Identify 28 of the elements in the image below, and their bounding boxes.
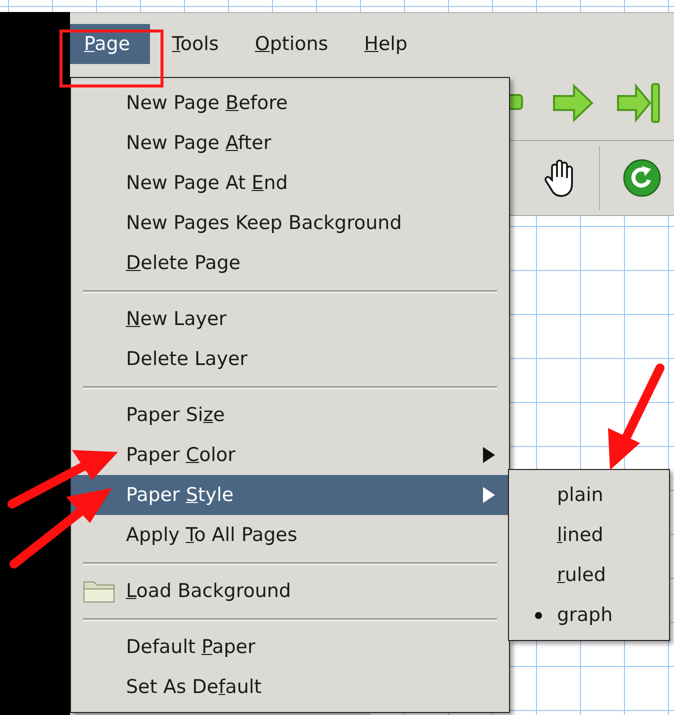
radio-menu-item[interactable]: plain bbox=[509, 475, 669, 515]
menu-item[interactable]: New Page Before bbox=[71, 83, 509, 123]
menu-title[interactable]: Help bbox=[350, 24, 422, 64]
menu-item[interactable]: Delete Layer bbox=[71, 339, 509, 379]
menu-item[interactable]: Paper Style bbox=[71, 475, 509, 515]
menu-item[interactable]: Paper Color bbox=[71, 435, 509, 475]
menu-item[interactable]: Default Paper bbox=[71, 627, 509, 667]
submenu-arrow-icon bbox=[483, 487, 495, 503]
radio-menu-item[interactable]: graph bbox=[509, 595, 669, 635]
menu-item[interactable]: Paper Size bbox=[71, 395, 509, 435]
menu-title[interactable]: Page bbox=[70, 24, 150, 64]
menu-title[interactable]: Options bbox=[240, 24, 342, 64]
last-page-icon[interactable] bbox=[616, 81, 662, 125]
radio-menu-item[interactable]: lined bbox=[509, 515, 669, 555]
menu-item[interactable]: Set As Default bbox=[71, 667, 509, 707]
menu-item[interactable]: New Pages Keep Background bbox=[71, 203, 509, 243]
menu-item[interactable]: New Page After bbox=[71, 123, 509, 163]
menu-item[interactable]: Delete Page bbox=[71, 243, 509, 283]
radio-menu-item[interactable]: ruled bbox=[509, 555, 669, 595]
submenu-arrow-icon bbox=[483, 447, 495, 463]
folder-icon bbox=[83, 579, 115, 603]
menu-item[interactable]: New Page At End bbox=[71, 163, 509, 203]
refresh-icon[interactable] bbox=[622, 158, 662, 198]
menu-item[interactable]: Apply To All Pages bbox=[71, 515, 509, 555]
right-arrow-icon[interactable] bbox=[552, 83, 594, 123]
menu-title[interactable]: Tools bbox=[158, 24, 233, 64]
menu-item[interactable]: Load Background bbox=[71, 571, 509, 611]
menu-item[interactable]: New Layer bbox=[71, 299, 509, 339]
